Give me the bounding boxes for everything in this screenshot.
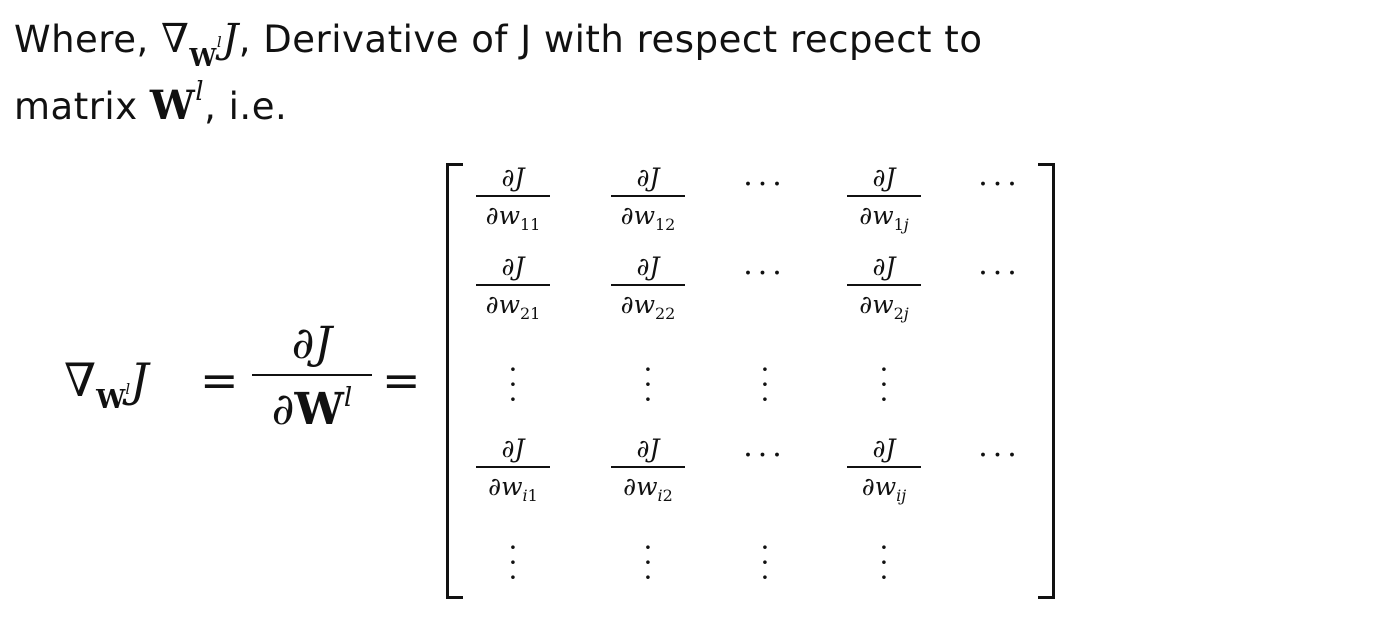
- intro-line-2: matrix Wl, i.e.: [14, 75, 1214, 138]
- matrix-entry-denominator: ∂wij: [861, 472, 907, 505]
- matrix-entry-numerator: ∂J: [636, 252, 660, 281]
- matrix-entry: ∂J ∂w11: [458, 163, 568, 234]
- matrix-hdots: ···: [743, 167, 787, 202]
- matrix-vdots: · · ·: [508, 531, 518, 594]
- lhs-subscript-w: W: [96, 385, 126, 415]
- partial-fraction-den-partial: ∂: [271, 384, 295, 435]
- matrix-entry-numerator: ∂J: [872, 434, 896, 463]
- matrix-entry: ∂J ∂wij: [829, 434, 939, 505]
- lhs-subscript-sup-l: l: [125, 380, 131, 398]
- matrix-entry: ∂J ∂w21: [458, 252, 568, 323]
- matrix-entry-numerator: ∂J: [872, 252, 896, 281]
- matrix-entry-denominator: ∂w2j: [859, 290, 909, 323]
- matrix-entry-numerator: ∂J: [501, 434, 525, 463]
- lhs-j: J: [130, 353, 149, 407]
- intro-line-1: Where, ∇WlJ, Derivative of J with respec…: [14, 8, 1214, 75]
- matrix-entry-bar: [611, 466, 685, 468]
- matrix-entry-denominator: ∂wi1: [488, 472, 538, 505]
- matrix-entry-numerator: ∂J: [501, 252, 525, 281]
- matrix-entry-bar: [476, 195, 550, 197]
- matrix-entry-denominator: ∂w12: [620, 201, 676, 234]
- matrix-entry-denominator: ∂w11: [485, 201, 541, 234]
- matrix-vdots: · · ·: [760, 353, 770, 416]
- matrix-vdots: · · ·: [643, 353, 653, 416]
- matrix-entry-numerator: ∂J: [636, 163, 660, 192]
- matrix-entry-bar: [847, 466, 921, 468]
- intro-ie-text: , i.e.: [204, 85, 288, 128]
- matrix-vdots: · · ·: [879, 531, 889, 594]
- matrix-entry-bar: [611, 195, 685, 197]
- equals-sign-2: =: [382, 353, 421, 407]
- matrix-hdots: ···: [978, 256, 1022, 291]
- matrix-entry: ∂J ∂wi2: [593, 434, 703, 505]
- partial-fraction-bar: [252, 374, 372, 376]
- nabla-symbol: ∇: [160, 16, 190, 62]
- matrix-entry: ∂J ∂w12: [593, 163, 703, 234]
- matrix-entry: ∂J ∂wi1: [458, 434, 568, 505]
- matrix-entry: ∂J ∂w1j: [829, 163, 939, 234]
- intro-where-text: Where,: [14, 18, 161, 61]
- nabla-subscript-w: W: [189, 43, 217, 72]
- matrix-hdots: ···: [743, 256, 787, 291]
- intro-matrix-w: W: [149, 82, 196, 129]
- matrix-hdots: ···: [743, 438, 787, 473]
- intro-matrix-w-sup: l: [195, 76, 205, 107]
- partial-fraction-den-sup-l: l: [343, 383, 353, 413]
- matrix-entry: ∂J ∂w22: [593, 252, 703, 323]
- matrix-entry-denominator: ∂w1j: [859, 201, 909, 234]
- intro-j-symbol: J: [222, 16, 239, 62]
- intro-matrix-text: matrix: [14, 85, 150, 128]
- matrix-entry-bar: [476, 284, 550, 286]
- matrix-right-bracket: [1038, 163, 1055, 599]
- intro-paragraph: Where, ∇WlJ, Derivative of J with respec…: [14, 8, 1214, 138]
- matrix-entry-numerator: ∂J: [501, 163, 525, 192]
- equals-sign-1: =: [200, 353, 239, 407]
- matrix-hdots: ···: [978, 438, 1022, 473]
- matrix-entry-bar: [476, 466, 550, 468]
- gradient-lhs: ∇WlJ: [64, 350, 149, 421]
- matrix-vdots: · · ·: [508, 353, 518, 416]
- matrix-entry-bar: [847, 195, 921, 197]
- matrix-hdots: ···: [978, 167, 1022, 202]
- matrix-entry-numerator: ∂J: [872, 163, 896, 192]
- matrix-entry-denominator: ∂w21: [485, 290, 541, 323]
- matrix-entry: ∂J ∂w2j: [829, 252, 939, 323]
- partial-fraction-den-w: W: [294, 384, 344, 435]
- matrix-entry-bar: [611, 284, 685, 286]
- matrix-entry-bar: [847, 284, 921, 286]
- matrix-vdots: · · ·: [643, 531, 653, 594]
- matrix-entry-numerator: ∂J: [636, 434, 660, 463]
- matrix-entry-denominator: ∂w22: [620, 290, 676, 323]
- matrix-vdots: · · ·: [760, 531, 770, 594]
- partial-fraction-denominator: ∂Wl: [252, 382, 372, 438]
- intro-derivative-text: , Derivative of J with respect recpect t…: [238, 18, 983, 61]
- partial-fraction: ∂J ∂Wl: [252, 318, 372, 438]
- partial-fraction-numerator: ∂J: [291, 318, 333, 369]
- matrix-entry-denominator: ∂wi2: [623, 472, 673, 505]
- matrix-vdots: · · ·: [879, 353, 889, 416]
- nabla-subscript-sup-l: l: [216, 33, 223, 51]
- lhs-nabla: ∇: [64, 353, 97, 407]
